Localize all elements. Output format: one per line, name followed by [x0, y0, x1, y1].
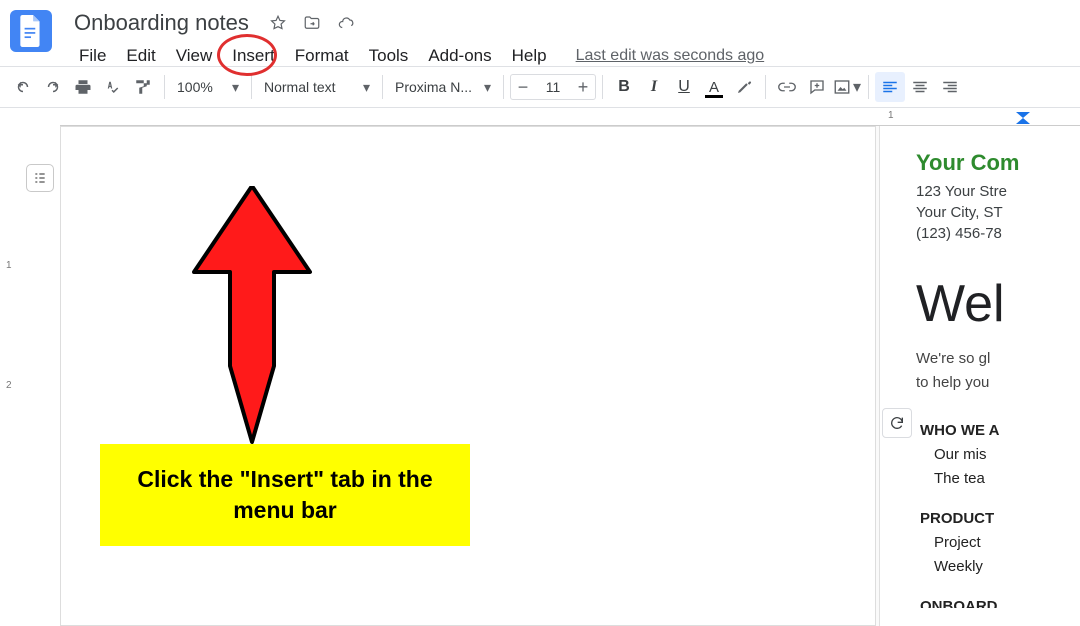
font-family-dropdown[interactable]: Proxima N... ▾ [389, 72, 497, 102]
docs-app-icon[interactable] [10, 10, 52, 52]
menu-addons[interactable]: Add-ons [419, 42, 500, 70]
font-size-value[interactable]: 11 [535, 79, 571, 95]
star-icon[interactable] [269, 14, 287, 32]
align-left-button[interactable] [875, 72, 905, 102]
section-heading: WHO WE A [920, 419, 1080, 443]
separator [765, 75, 766, 99]
separator [503, 75, 504, 99]
caret-down-icon: ▾ [232, 79, 239, 96]
ruler-mark: 1 [6, 260, 12, 271]
annotation-callout: Click the "Insert" tab in the menu bar [100, 444, 470, 546]
undo-button[interactable] [8, 72, 38, 102]
font-size-decrease[interactable]: − [511, 76, 535, 98]
separator [602, 75, 603, 99]
section-item: Weekly [920, 555, 1080, 579]
section-onboard: ONBOARD [880, 595, 1080, 608]
welcome-heading: Wel [880, 274, 1080, 334]
indent-marker-icon[interactable] [1016, 112, 1030, 127]
phone: (123) 456-78 [916, 223, 1080, 244]
paint-format-button[interactable] [128, 72, 158, 102]
ruler-mark: 1 [888, 110, 894, 121]
last-edit-link[interactable]: Last edit was seconds ago [576, 47, 765, 65]
menu-view[interactable]: View [167, 42, 222, 70]
menu-insert[interactable]: Insert [223, 42, 284, 70]
spellcheck-button[interactable] [98, 72, 128, 102]
header-bar: Onboarding notes File Edit View Insert F… [0, 0, 1080, 66]
font-size-increase[interactable]: + [571, 76, 595, 98]
menu-format[interactable]: Format [286, 42, 358, 70]
align-center-button[interactable] [905, 72, 935, 102]
separator [164, 75, 165, 99]
toolbar: 100% ▾ Normal text ▾ Proxima N... ▾ − 11… [0, 66, 1080, 108]
second-page-peek: 1 Your Com 123 Your Stre Your City, ST (… [880, 108, 1080, 608]
menu-tools[interactable]: Tools [360, 42, 418, 70]
highlight-color-button[interactable] [729, 72, 759, 102]
section-heading: PRODUCT [920, 507, 1080, 531]
italic-button[interactable]: I [639, 72, 669, 102]
refresh-icon[interactable] [882, 408, 912, 438]
company-name: Your Com [916, 148, 1080, 179]
section-product: PRODUCT Project Weekly [880, 507, 1080, 579]
document-title[interactable]: Onboarding notes [70, 8, 253, 38]
document-outline-button[interactable] [26, 164, 54, 192]
section-item: Project [920, 531, 1080, 555]
menu-file[interactable]: File [70, 42, 115, 70]
align-right-button[interactable] [935, 72, 965, 102]
section-item: Our mis [920, 443, 1080, 467]
caret-down-icon: ▾ [484, 79, 491, 96]
zoom-value: 100% [177, 79, 213, 95]
insert-comment-button[interactable] [802, 72, 832, 102]
separator [868, 75, 869, 99]
move-folder-icon[interactable] [303, 14, 321, 32]
menu-insert-label: Insert [232, 46, 275, 65]
caret-down-icon: ▾ [853, 77, 861, 97]
underline-button[interactable]: U [669, 72, 699, 102]
text-color-button[interactable]: A [699, 72, 729, 102]
address-line-2: Your City, ST [916, 202, 1080, 223]
separator [251, 75, 252, 99]
vertical-ruler: 1 2 [2, 130, 22, 608]
menu-edit[interactable]: Edit [117, 42, 164, 70]
caret-down-icon: ▾ [363, 79, 370, 96]
font-size-group: − 11 + [510, 74, 596, 100]
cloud-status-icon[interactable] [337, 14, 355, 32]
section-item: The tea [920, 467, 1080, 491]
insert-image-button[interactable]: ▾ [832, 72, 862, 102]
intro-line-1: We're so gl [916, 348, 1080, 370]
page[interactable] [60, 126, 876, 626]
intro-text: We're so gl to help you [880, 348, 1080, 394]
style-value: Normal text [264, 79, 336, 95]
menu-bar: File Edit View Insert Format Tools Add-o… [70, 42, 764, 70]
redo-button[interactable] [38, 72, 68, 102]
print-button[interactable] [68, 72, 98, 102]
font-value: Proxima N... [395, 79, 472, 95]
intro-line-2: to help you [916, 372, 1080, 394]
bold-button[interactable]: B [609, 72, 639, 102]
zoom-dropdown[interactable]: 100% ▾ [171, 72, 245, 102]
left-gutter: 1 2 [0, 108, 60, 608]
company-address-block: Your Com 123 Your Stre Your City, ST (12… [880, 148, 1080, 244]
menu-help[interactable]: Help [503, 42, 556, 70]
ruler-mark: 2 [6, 380, 12, 391]
workspace: 1 2 1 Your Com 123 Your Stre Your City, … [0, 108, 1080, 608]
horizontal-ruler[interactable] [60, 108, 880, 126]
address-line-1: 123 Your Stre [916, 181, 1080, 202]
section-heading: ONBOARD [920, 595, 1080, 608]
separator [382, 75, 383, 99]
insert-link-button[interactable] [772, 72, 802, 102]
paragraph-style-dropdown[interactable]: Normal text ▾ [258, 72, 376, 102]
